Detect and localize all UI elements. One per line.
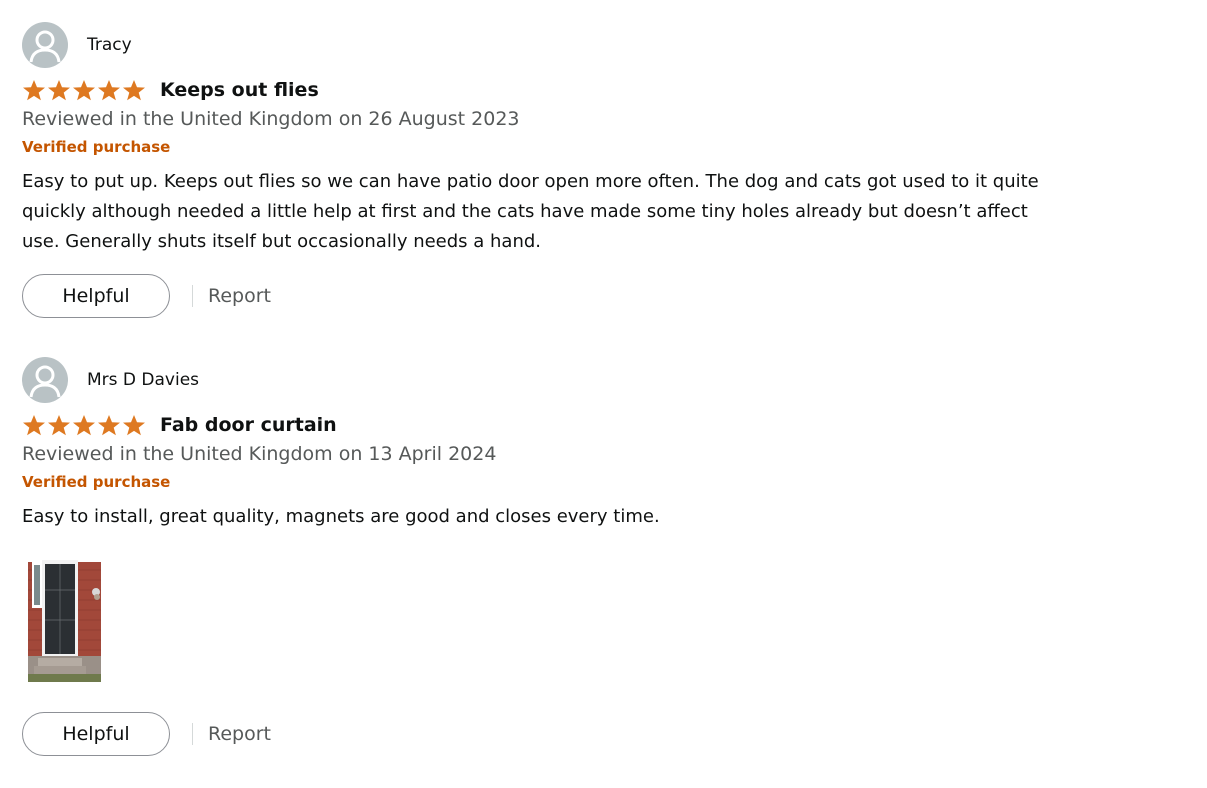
review-body: Easy to install, great quality, magnets … xyxy=(22,506,660,527)
star-icon xyxy=(122,79,146,101)
reviewer-name: Mrs D Davies xyxy=(87,370,200,390)
report-link[interactable]: Report xyxy=(208,285,271,307)
review-date: Reviewed in the United Kingdom on 26 Aug… xyxy=(22,108,520,130)
star-icon xyxy=(22,79,46,101)
review-date: Reviewed in the United Kingdom on 13 Apr… xyxy=(22,443,497,465)
helpful-button[interactable]: Helpful xyxy=(22,274,170,318)
review-photo-thumbnail[interactable] xyxy=(28,550,101,682)
review-title[interactable]: Keeps out flies xyxy=(160,79,319,101)
helpful-button[interactable]: Helpful xyxy=(22,712,170,756)
star-rating[interactable] xyxy=(22,413,146,437)
reviewer-name: Tracy xyxy=(87,35,132,55)
avatar-icon xyxy=(22,357,68,403)
star-icon xyxy=(47,414,71,436)
reviewer-profile[interactable]: Tracy xyxy=(22,22,1062,68)
star-icon xyxy=(72,79,96,101)
star-icon xyxy=(22,414,46,436)
star-icon xyxy=(97,79,121,101)
avatar-icon xyxy=(22,22,68,68)
verified-purchase-badge: Verified purchase xyxy=(22,473,171,491)
review-card: Tracy Keeps out flies Reviewed in the Un… xyxy=(22,22,1062,319)
review-body: Easy to put up. Keeps out flies so we ca… xyxy=(22,171,1039,252)
star-icon xyxy=(47,79,71,101)
reviewer-profile[interactable]: Mrs D Davies xyxy=(22,357,1062,403)
verified-purchase-badge: Verified purchase xyxy=(22,138,171,156)
review-card: Mrs D Davies Fab door curtain Reviewed i… xyxy=(22,357,1062,757)
report-link[interactable]: Report xyxy=(208,723,271,745)
divider xyxy=(192,285,193,307)
star-icon xyxy=(97,414,121,436)
star-icon xyxy=(122,414,146,436)
divider xyxy=(192,723,193,745)
star-rating[interactable] xyxy=(22,78,146,102)
star-icon xyxy=(72,414,96,436)
review-title[interactable]: Fab door curtain xyxy=(160,414,337,436)
door-photo-image xyxy=(28,550,101,682)
